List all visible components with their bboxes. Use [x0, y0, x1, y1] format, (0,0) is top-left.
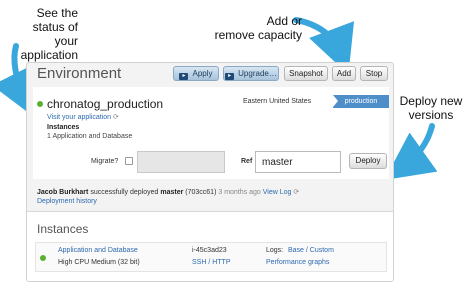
region-label: Eastern United States — [243, 98, 312, 105]
environment-tag-notch — [333, 95, 338, 107]
environment-panel: Environment ▸ Apply ▸ Upgrade… Snapshot Ad… — [26, 62, 394, 282]
ref-label: Ref — [241, 158, 253, 165]
apply-button[interactable]: ▸ Apply — [173, 66, 219, 81]
instance-logs-label: Logs: — [266, 247, 284, 254]
instances-panel: Instances Application and Database High … — [27, 211, 393, 281]
application-card: chronatog_production Visit your applicat… — [33, 87, 389, 179]
instance-status-indicator — [40, 255, 46, 261]
deploy-branch: master — [160, 189, 184, 196]
capacity-arrow — [293, 17, 355, 75]
status-indicator — [37, 101, 43, 107]
application-name: chronatog_production — [47, 97, 164, 111]
upgrade-icon: ▸ — [225, 73, 235, 80]
refresh-icon: ⟳ — [113, 114, 119, 121]
add-button[interactable]: Add — [332, 66, 356, 81]
instance-size: High CPU Medium (32 bit) — [58, 259, 140, 266]
migrate-command-field[interactable] — [137, 151, 225, 173]
page-title: Environment — [37, 65, 122, 82]
log-refresh-icon: ⟳ — [293, 189, 300, 196]
visit-application-label: Visit your application — [47, 114, 112, 121]
performance-graphs-link[interactable]: Performance graphs — [266, 259, 329, 266]
apply-icon: ▸ — [179, 73, 189, 80]
view-log-link[interactable]: View Log — [263, 189, 292, 196]
deploy-arrow — [384, 123, 438, 180]
deploy-annotation: Deploy new versions — [399, 94, 463, 122]
deploy-time: 3 months ago — [218, 189, 261, 196]
instances-title: Instances — [37, 222, 89, 236]
instance-logs-links[interactable]: Base / Custom — [288, 247, 334, 254]
snapshot-button[interactable]: Snapshot — [284, 66, 328, 81]
last-deploy-info: Jacob Burkhart successfully deployed mas… — [37, 188, 299, 196]
environment-tag: production — [333, 95, 389, 108]
instances-summary: 1 Application and Database — [47, 133, 133, 140]
stop-button[interactable]: Stop — [360, 66, 388, 81]
status-annotation: See the status of your application — [20, 6, 78, 62]
deploy-user: Jacob Burkhart — [37, 189, 89, 196]
deployment-history-link[interactable]: Deployment history — [37, 198, 97, 205]
upgrade-button[interactable]: ▸ Upgrade… — [223, 66, 279, 81]
ref-input[interactable] — [255, 151, 341, 173]
upgrade-label: Upgrade… — [238, 69, 277, 78]
deploy-text: successfully deployed — [90, 189, 159, 196]
table-row: Application and Database High CPU Medium… — [35, 242, 387, 272]
environment-header: Environment ▸ Apply ▸ Upgrade… Snapshot Ad… — [27, 63, 393, 87]
deploy-button[interactable]: Deploy — [349, 153, 387, 169]
visit-application-link[interactable]: Visit your application ⟳ — [47, 113, 119, 121]
migrate-label: Migrate? — [91, 158, 119, 165]
instance-id: i-45c3ad23 — [192, 247, 227, 254]
deploy-commit: (703cc61) — [185, 189, 217, 196]
instance-role-link[interactable]: Application and Database — [58, 247, 138, 254]
instances-heading: Instances — [47, 124, 80, 131]
instance-access-links[interactable]: SSH / HTTP — [192, 259, 231, 266]
apply-label: Apply — [192, 69, 213, 78]
migrate-checkbox[interactable] — [125, 157, 133, 165]
capacity-annotation: Add or remove capacity — [214, 14, 302, 42]
